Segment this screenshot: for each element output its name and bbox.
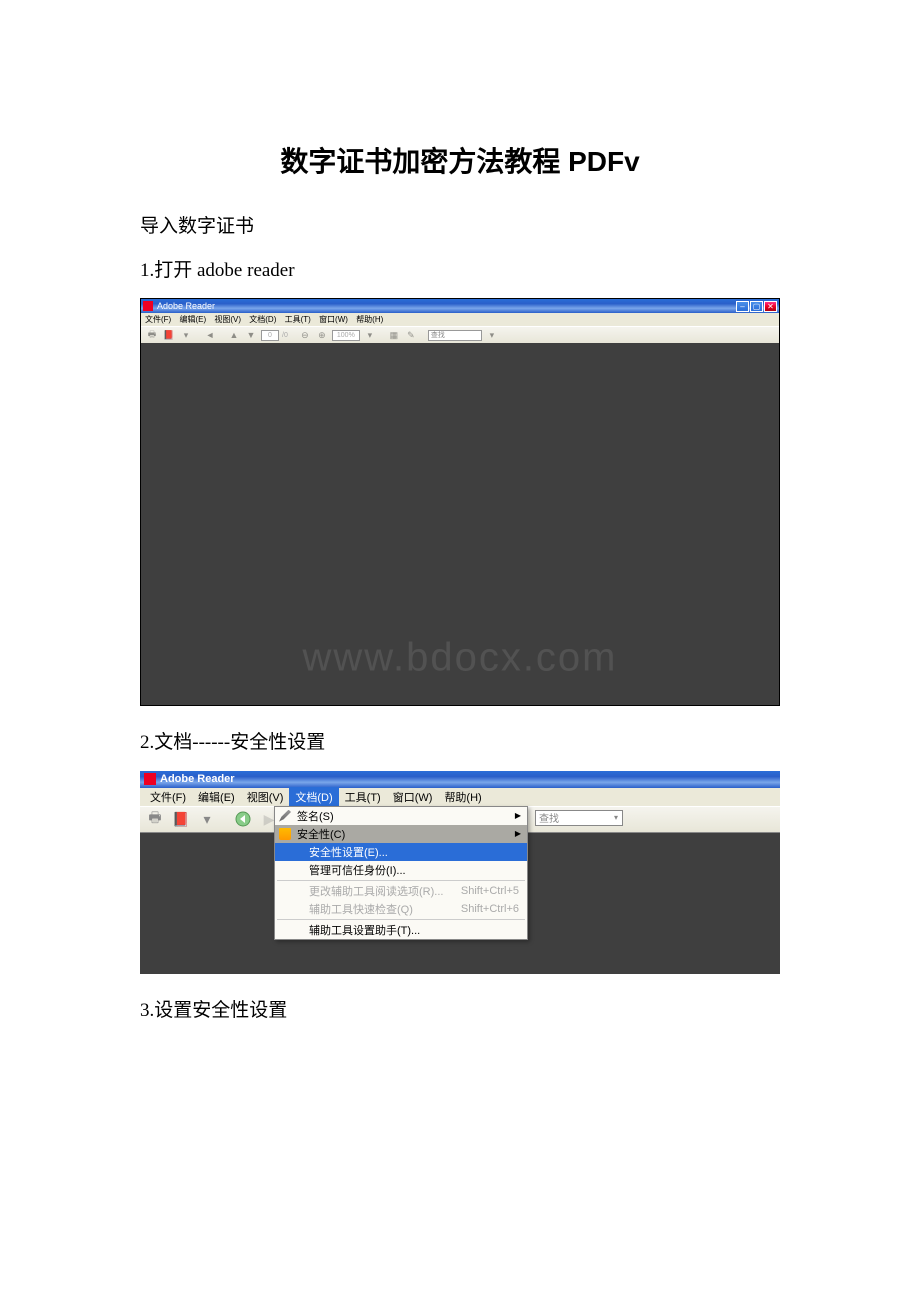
chevron-down-icon[interactable]: ▾ bbox=[614, 813, 618, 822]
window-controls: – ▢ ✕ bbox=[736, 301, 777, 312]
shortcut: Shift+Ctrl+6 bbox=[461, 903, 519, 915]
title-bar: Adobe Reader bbox=[140, 771, 780, 788]
menu-help[interactable]: 帮助(H) bbox=[356, 315, 383, 324]
screenshot-adobe-reader-empty: Adobe Reader – ▢ ✕ 文件(F) 编辑(E) 视图(V) 文档(… bbox=[140, 298, 780, 706]
print-icon: 🖶 bbox=[144, 808, 166, 830]
menu-doc[interactable]: 文档(D) bbox=[289, 787, 338, 807]
toolbar: 🖶 📕 ▾ ◄ ▲ ▼ 0 /0 ⊖ ⊕ 100% ▾ ▦ ✎ 查找 ▾ bbox=[141, 326, 779, 343]
menu-file[interactable]: 文件(F) bbox=[144, 787, 192, 807]
menu-security-settings[interactable]: 安全性设置(E)... bbox=[275, 843, 527, 861]
dropdown-icon: ▾ bbox=[485, 328, 499, 342]
menu-view[interactable]: 视图(V) bbox=[241, 787, 290, 807]
up-icon: ▲ bbox=[227, 328, 241, 342]
step3: 3.设置安全性设置 bbox=[140, 994, 780, 1028]
title-bar: Adobe Reader – ▢ ✕ bbox=[141, 299, 779, 313]
print-icon: 🖶 bbox=[145, 328, 159, 342]
menu-a11y-quickcheck: 辅助工具快速检查(Q)Shift+Ctrl+6 bbox=[275, 900, 527, 918]
menu-separator bbox=[277, 880, 525, 881]
menu-file[interactable]: 文件(F) bbox=[145, 315, 171, 324]
pdf-icon bbox=[143, 301, 153, 311]
menu-bar: 文件(F) 编辑(E) 视图(V) 文档(D) 工具(T) 窗口(W) 帮助(H… bbox=[141, 313, 779, 326]
dropdown-icon: ▾ bbox=[363, 328, 377, 342]
chevron-right-icon: ▶ bbox=[515, 829, 521, 838]
step1-import: 导入数字证书 bbox=[140, 210, 780, 244]
watermark: www.bdocx.com bbox=[303, 636, 618, 681]
menu-window[interactable]: 窗口(W) bbox=[387, 787, 439, 807]
menu-tool[interactable]: 工具(T) bbox=[339, 787, 387, 807]
menu-bar: 文件(F) 编辑(E) 视图(V) 文档(D) 工具(T) 窗口(W) 帮助(H… bbox=[140, 788, 780, 806]
dropdown-icon: ▾ bbox=[179, 328, 193, 342]
zoom-in-icon: ⊕ bbox=[315, 328, 329, 342]
minimize-button[interactable]: – bbox=[736, 301, 749, 312]
menu-tool[interactable]: 工具(T) bbox=[285, 315, 311, 324]
shortcut: Shift+Ctrl+5 bbox=[461, 885, 519, 897]
pdf-icon bbox=[144, 773, 156, 785]
doc-title: 数字证书加密方法教程 PDFv bbox=[140, 140, 780, 180]
back-icon bbox=[232, 808, 254, 830]
menu-help[interactable]: 帮助(H) bbox=[438, 787, 487, 807]
menu-view[interactable]: 视图(V) bbox=[214, 315, 241, 324]
zoom-out-icon: ⊖ bbox=[298, 328, 312, 342]
maximize-button[interactable]: ▢ bbox=[750, 301, 763, 312]
layout-icon: ▦ bbox=[387, 328, 401, 342]
menu-window[interactable]: 窗口(W) bbox=[319, 315, 348, 324]
page-total: /0 bbox=[282, 332, 288, 339]
menu-doc[interactable]: 文档(D) bbox=[249, 315, 276, 324]
menu-separator bbox=[277, 919, 525, 920]
pdf-create-icon[interactable]: 📕 bbox=[170, 808, 192, 830]
menu-edit[interactable]: 编辑(E) bbox=[192, 787, 241, 807]
page-field[interactable]: 0 bbox=[261, 330, 279, 341]
back-icon: ◄ bbox=[203, 328, 217, 342]
step2: 2.文档------安全性设置 bbox=[140, 726, 780, 760]
dropdown-icon: ▾ bbox=[196, 808, 218, 830]
document-viewport: www.bdocx.com bbox=[141, 343, 779, 705]
menu-trusted-identities[interactable]: 管理可信任身份(I)... bbox=[275, 861, 527, 879]
menu-security[interactable]: 安全性(C)▶ bbox=[275, 825, 527, 843]
window-title: Adobe Reader bbox=[157, 301, 215, 311]
window-title: Adobe Reader bbox=[160, 773, 235, 785]
close-button[interactable]: ✕ bbox=[764, 301, 777, 312]
menu-a11y-options: 更改辅助工具阅读选项(R)...Shift+Ctrl+5 bbox=[275, 882, 527, 900]
search-placeholder: 查找 bbox=[539, 810, 559, 825]
menu-a11y-wizard[interactable]: 辅助工具设置助手(T)... bbox=[275, 921, 527, 939]
search-field[interactable]: 查找 ▾ bbox=[535, 810, 623, 826]
step1-1: 1.打开 adobe reader bbox=[140, 254, 780, 288]
zoom-field[interactable]: 100% bbox=[332, 330, 360, 341]
sign-icon: ✎ bbox=[404, 328, 418, 342]
pdf-create-icon[interactable]: 📕 bbox=[162, 328, 176, 342]
search-field[interactable]: 查找 bbox=[428, 330, 482, 341]
down-icon: ▼ bbox=[244, 328, 258, 342]
menu-edit[interactable]: 编辑(E) bbox=[179, 315, 206, 324]
document-menu-dropdown: 签名(S)▶ 安全性(C)▶ 安全性设置(E)... 管理可信任身份(I)...… bbox=[274, 806, 528, 940]
menu-sign[interactable]: 签名(S)▶ bbox=[275, 807, 527, 825]
chevron-right-icon: ▶ bbox=[515, 811, 521, 820]
screenshot-adobe-reader-menu: Adobe Reader 文件(F) 编辑(E) 视图(V) 文档(D) 工具(… bbox=[140, 771, 780, 974]
